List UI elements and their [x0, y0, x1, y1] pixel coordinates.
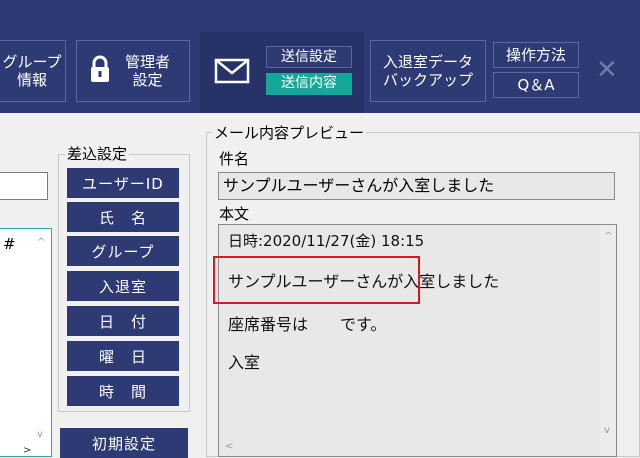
group-info-label-2: 情報: [16, 71, 47, 89]
insert-name-button[interactable]: 氏 名: [67, 202, 179, 232]
highlight-box: [213, 256, 420, 304]
subject-field: サンプルユーザーさんが入室しました: [218, 172, 615, 200]
scroll-down-arrow[interactable]: v: [37, 429, 43, 440]
insert-user-id-button[interactable]: ユーザーID: [67, 168, 179, 198]
reset-button[interactable]: 初期設定: [60, 428, 188, 458]
subject-label: 件名: [219, 150, 250, 168]
insert-settings-title: 差込設定: [65, 143, 130, 164]
hash-text: #: [3, 235, 16, 253]
insert-date-button[interactable]: 日 付: [67, 306, 179, 336]
body-vertical-scrollbar[interactable]: ^ v: [600, 225, 616, 456]
group-info-label-1: グループ: [2, 53, 62, 71]
backup-label-2: バックアップ: [382, 71, 473, 89]
insert-group-button[interactable]: グループ: [67, 236, 179, 266]
body-line-entry: 入室: [228, 353, 261, 372]
left-input[interactable]: [0, 172, 48, 200]
body-scroll-left-arrow[interactable]: <: [225, 441, 233, 452]
group-info-button[interactable]: グループ 情報: [0, 40, 66, 102]
admin-settings-label-2: 設定: [132, 71, 163, 89]
send-content-button[interactable]: 送信内容: [266, 73, 352, 95]
insert-weekday-button[interactable]: 曜 日: [67, 341, 179, 371]
left-list[interactable]: # ^ v >: [0, 228, 52, 457]
insert-time-button[interactable]: 時 間: [67, 376, 179, 406]
body-scroll-down-arrow[interactable]: v: [604, 425, 610, 436]
lock-icon: [89, 55, 111, 87]
scroll-right-arrow[interactable]: >: [23, 445, 31, 456]
body-line-date: 日時:2020/11/27(金) 18:15: [228, 232, 425, 250]
body-label: 本文: [219, 205, 250, 223]
mail-icon: [214, 58, 250, 88]
qa-button[interactable]: Q＆A: [493, 72, 579, 98]
scroll-up-arrow[interactable]: ^: [37, 237, 45, 248]
body-line-seat: 座席番号は です。: [228, 315, 387, 334]
howto-button[interactable]: 操作方法: [493, 42, 579, 68]
admin-settings-label-1: 管理者: [125, 53, 171, 71]
preview-title: メール内容プレビュー: [212, 122, 367, 143]
close-icon[interactable]: ✕: [596, 55, 618, 85]
backup-label-1: 入退室データ: [382, 53, 473, 71]
insert-entry-exit-button[interactable]: 入退室: [67, 271, 179, 301]
body-scroll-up-arrow[interactable]: ^: [604, 231, 612, 242]
backup-button[interactable]: 入退室データ バックアップ: [370, 40, 486, 102]
send-settings-button[interactable]: 送信設定: [266, 46, 352, 68]
admin-settings-button[interactable]: 管理者 設定: [76, 40, 190, 102]
